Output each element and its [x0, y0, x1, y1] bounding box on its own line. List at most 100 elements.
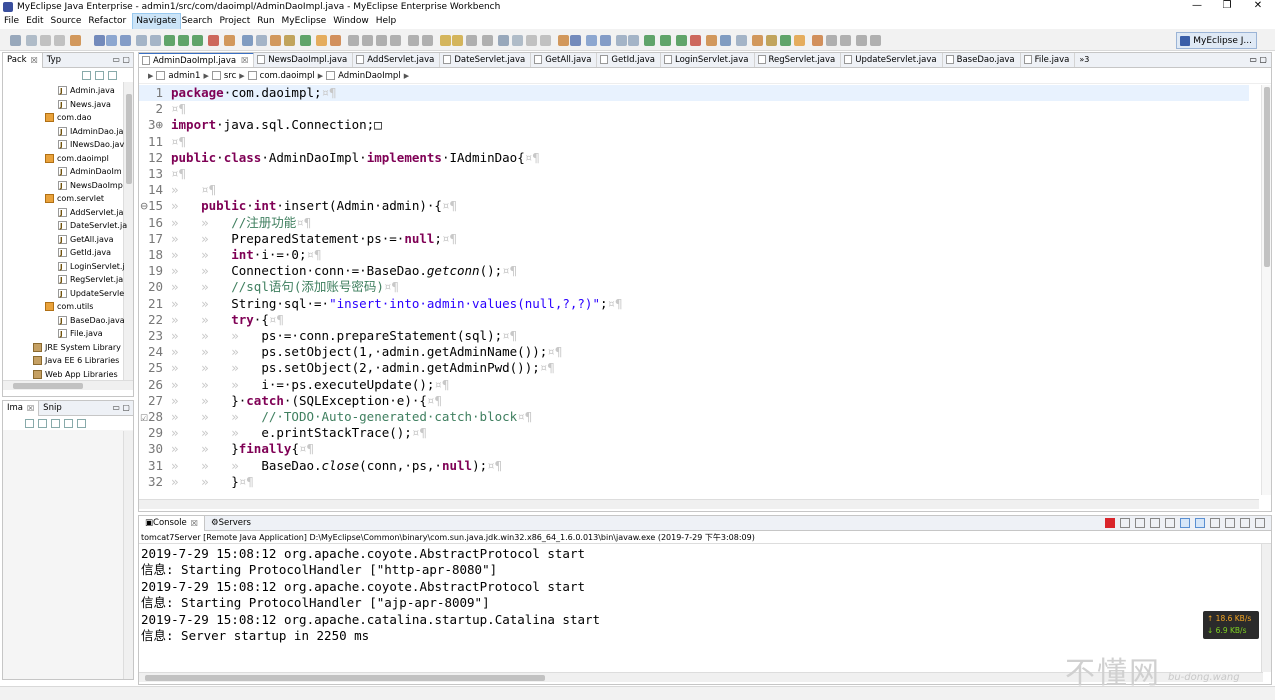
toolbar-icon[interactable] [466, 35, 477, 46]
tree-item[interactable]: News.java [58, 98, 111, 112]
code-line[interactable]: 25 » » » ps.setObject(2,·admin.getAdminPw… [139, 360, 1249, 376]
zoom-in-icon[interactable] [51, 418, 60, 428]
close-image-icon[interactable] [77, 418, 86, 428]
toolbar-icon[interactable] [164, 35, 175, 46]
close-button[interactable]: ✕ [1243, 0, 1273, 14]
show-on-stderr-icon[interactable] [1195, 518, 1205, 528]
toolbar-icon[interactable] [690, 35, 701, 46]
code-line[interactable]: 21 » » String·sql·=·"insert·into·admin·va… [139, 296, 1249, 312]
menu-source[interactable]: Source [51, 14, 87, 29]
editor-tab-dateservlet[interactable]: DateServlet.java [440, 53, 532, 67]
toolbar-icon[interactable] [440, 35, 451, 46]
console-tab-servers[interactable]: ⚙ Servers [205, 516, 257, 531]
toolbar-icon[interactable] [256, 35, 267, 46]
toolbar-icon[interactable] [452, 35, 463, 46]
collapse-all-icon[interactable] [82, 70, 91, 80]
tree-item[interactable]: IAdminDao.ja [58, 125, 123, 139]
editor-tab-loginservlet[interactable]: LoginServlet.java [661, 53, 755, 67]
panel-minmax-controls[interactable]: ▭ ▢ [112, 55, 130, 64]
code-line[interactable]: 26 » » » i·=·ps.executeUpdate();¤¶ [139, 377, 1249, 393]
toolbar-icon[interactable] [270, 35, 281, 46]
clear-console-icon[interactable] [1150, 518, 1160, 528]
toolbar-icon[interactable] [390, 35, 401, 46]
toolbar-icon[interactable] [840, 35, 851, 46]
pin-console-icon[interactable] [1210, 518, 1220, 528]
editor-tab-addservlet[interactable]: AddServlet.java [353, 53, 441, 67]
toolbar-icon[interactable] [40, 35, 51, 46]
tree-item[interactable]: LoginServlet.j [58, 260, 125, 274]
fit-icon[interactable] [64, 418, 73, 428]
menu-edit[interactable]: Edit [26, 14, 48, 29]
toolbar-icon[interactable] [526, 35, 537, 46]
code-line[interactable]: ☑28 » » » //·TODO·Auto-generated·catch·bl… [139, 409, 1249, 425]
code-line[interactable]: 30 » » }finally{¤¶ [139, 441, 1249, 457]
tree-item[interactable]: Admin.java [58, 84, 115, 98]
open-console-icon[interactable] [1240, 518, 1250, 528]
toolbar-icon[interactable] [224, 35, 235, 46]
code-line[interactable]: 16 » » //注册功能¤¶ [139, 215, 1249, 231]
menu-search[interactable]: Search [182, 14, 218, 29]
tree-item[interactable]: File.java [58, 327, 103, 341]
toolbar-icon[interactable] [736, 35, 747, 46]
tree-item[interactable]: GetAll.java [58, 233, 113, 247]
toolbar-icon[interactable] [150, 35, 161, 46]
tab-pack[interactable]: Pack ☒ [3, 53, 43, 68]
tree-item[interactable]: AdminDaoIm [58, 165, 122, 179]
remove-all-icon[interactable] [1135, 518, 1145, 528]
toolbar-icon[interactable] [94, 35, 105, 46]
code-line[interactable]: 32 » » }¤¶ [139, 474, 1249, 490]
toolbar-icon[interactable] [616, 35, 627, 46]
show-on-stdout-icon[interactable] [1180, 518, 1190, 528]
breadcrumb-item-0[interactable]: admin1 [156, 71, 200, 81]
toolbar-icon[interactable] [316, 35, 327, 46]
toolbar-icon[interactable] [766, 35, 777, 46]
code-line[interactable]: 22 » » try·{¤¶ [139, 312, 1249, 328]
tree-item[interactable]: GetId.java [58, 246, 111, 260]
code-line[interactable]: 11 ¤¶ [139, 134, 1249, 150]
toolbar-icon[interactable] [586, 35, 597, 46]
perspective-switcher[interactable]: MyEclipse J... [1176, 32, 1257, 49]
editor-tab-getall[interactable]: GetAll.java [531, 53, 598, 67]
toolbar-icon[interactable] [242, 35, 253, 46]
tree-item[interactable]: RegServlet.ja [58, 273, 123, 287]
code-line[interactable]: 13 ¤¶ [139, 166, 1249, 182]
editor-tab-basedao[interactable]: BaseDao.java [943, 53, 1021, 67]
tree-item[interactable]: BaseDao.java [58, 314, 125, 328]
close-tab-icon[interactable]: ☒ [31, 53, 38, 68]
code-line[interactable]: 20 » » //sql语句(添加账号密码)¤¶ [139, 279, 1249, 295]
code-area[interactable]: 1 package·com.daoimpl;¤¶ 2 ¤¶ 3⊕ import·java.… [139, 85, 1249, 495]
toolbar-icon[interactable] [106, 35, 117, 46]
maximize-button[interactable]: ❐ [1212, 0, 1242, 14]
editor-tab-file[interactable]: File.java [1021, 53, 1076, 67]
toolbar-icon[interactable] [600, 35, 611, 46]
editor-tab-getid[interactable]: GetId.java [597, 53, 661, 67]
tree-hscroll-thumb[interactable] [13, 383, 83, 389]
toolbar-icon[interactable] [570, 35, 581, 46]
toolbar-icon[interactable] [706, 35, 717, 46]
toolbar-icon[interactable] [120, 35, 131, 46]
console-tab-console[interactable]: ▣ Console ☒ [139, 516, 205, 531]
code-line[interactable]: 2 ¤¶ [139, 101, 1249, 117]
code-line[interactable]: 19 » » Connection·conn·=·BaseDao.getconn(… [139, 263, 1249, 279]
display-console-icon[interactable] [1225, 518, 1235, 528]
toolbar-icon[interactable] [376, 35, 387, 46]
toolbar-icon[interactable] [300, 35, 311, 46]
editor-scroll-thumb[interactable] [1264, 87, 1270, 267]
tree-horizontal-scrollbar[interactable] [3, 380, 133, 390]
close-tab-icon[interactable]: ☒ [191, 516, 198, 531]
toolbar-icon[interactable] [26, 35, 37, 46]
tree-scroll-thumb[interactable] [126, 94, 132, 184]
breadcrumb-item-2[interactable]: com.daoimpl [247, 71, 315, 81]
code-line[interactable]: 12 public·class·AdminDaoImpl·implements·I… [139, 150, 1249, 166]
toolbar-icon[interactable] [794, 35, 805, 46]
toolbar-icon[interactable] [780, 35, 791, 46]
breadcrumb-item-3[interactable]: AdminDaoImpl [326, 71, 401, 81]
code-line[interactable]: 24 » » » ps.setObject(1,·admin.getAdminNa… [139, 344, 1249, 360]
more-tabs-button[interactable]: »3 [1075, 53, 1093, 67]
code-line[interactable]: 27 » » }·catch·(SQLException·e)·{¤¶ [139, 393, 1249, 409]
editor-tab-admindaoimpl[interactable]: AdminDaoImpl.java ☒ [139, 53, 255, 67]
tree-item[interactable]: com.daoimpl [45, 152, 109, 165]
toolbar-icon[interactable] [70, 35, 81, 46]
tree-item[interactable]: com.utils [45, 300, 93, 313]
menu-project[interactable]: Project [219, 14, 255, 29]
